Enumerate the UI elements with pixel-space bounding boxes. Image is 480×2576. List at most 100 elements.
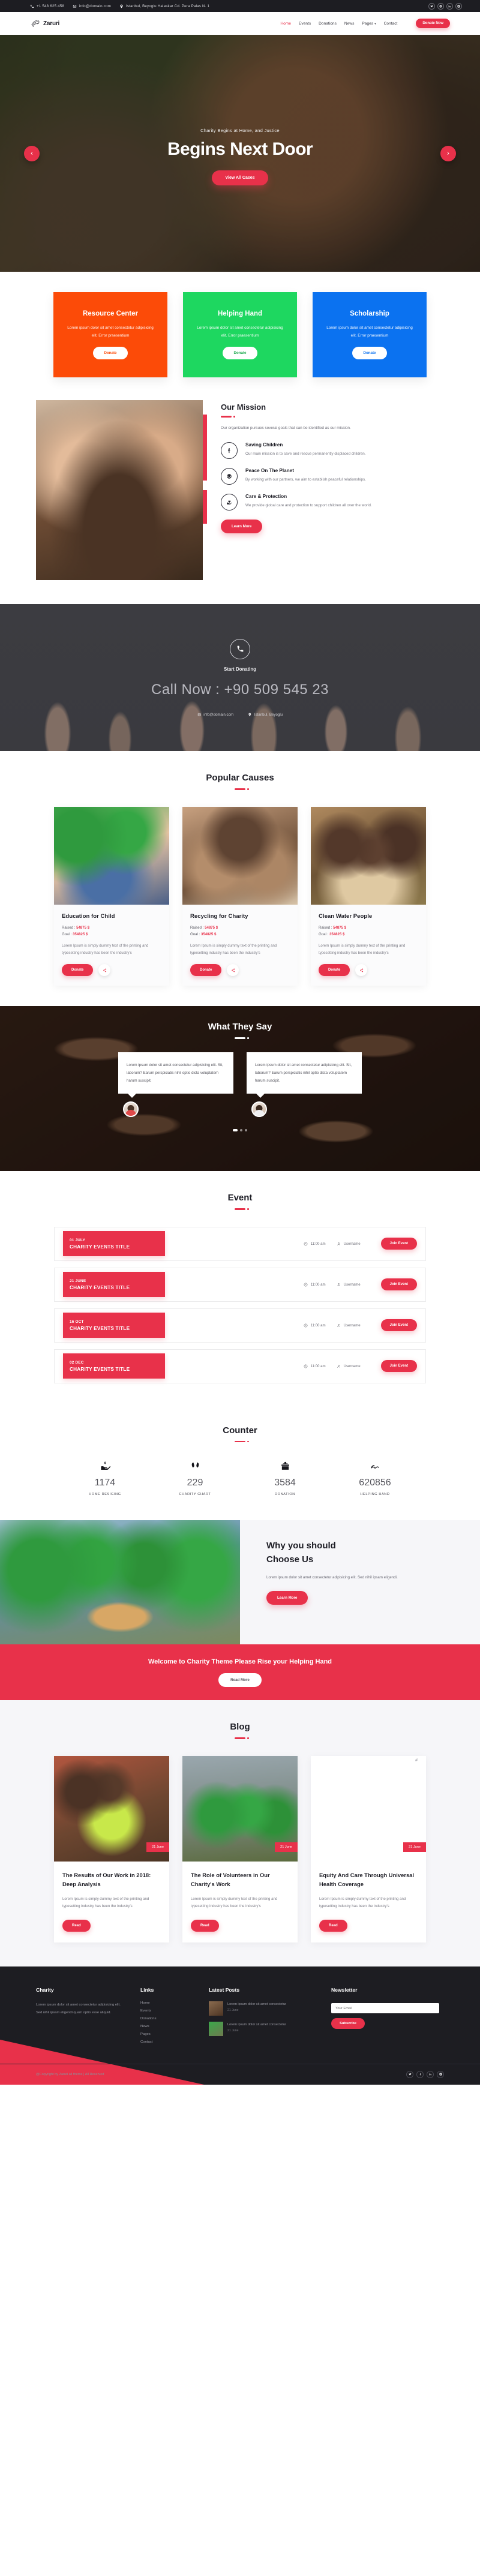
envelope-icon [73,4,77,8]
nav-item-donations[interactable]: Donations [319,22,337,26]
call-band-email[interactable]: info@domain.com [197,713,233,717]
footer-latest-heading: Latest Posts [209,1986,240,1993]
counter-value: 3584 [274,1478,296,1488]
event-row[interactable]: 16 OCT CHARITY EVENTS TITLE 11:00 am Use… [54,1308,426,1343]
service-card-resource-center[interactable]: Resource Center Lorem ipsum dolor sit am… [53,292,167,377]
nav-item-home[interactable]: Home [280,22,291,26]
cause-title: Education for Child [62,912,115,920]
instagram-icon[interactable] [437,2070,444,2078]
footer-link-pages[interactable]: Pages [140,2032,194,2036]
events-heading: Event [227,1193,253,1203]
nav-item-contact[interactable]: Contact [384,22,398,26]
cause-card-clean-water-people[interactable]: Clean Water People Raised : 54875 $ Goal… [311,806,426,986]
cause-image [311,806,426,905]
nav-item-events[interactable]: Events [299,22,311,26]
phone-icon [230,638,250,659]
event-title: CHARITY EVENTS TITLE [70,1244,130,1250]
event-row[interactable]: 21 JUNE CHARITY EVENTS TITLE 11:00 am Us… [54,1267,426,1302]
phone-icon [30,4,34,8]
mission-item-text: Our main mission is to save and rescue p… [245,451,366,456]
mission-item-text: By working with our partners, we aim to … [245,477,366,482]
section-divider [221,416,235,418]
footer-post-item[interactable]: Lorem ipsum dolor sit amet consectetur 2… [209,2021,317,2036]
top-bar: +1 548 625 458 info@domain.com Istanbul,… [0,0,480,12]
service-donate-button[interactable]: Donate [92,347,128,360]
carousel-dot[interactable] [245,1129,247,1132]
cause-donate-button[interactable]: Donate [319,964,350,977]
topbar-email[interactable]: info@domain.com [73,4,111,8]
cause-goal-value: 354825 $ [72,932,88,936]
blog-card[interactable]: # 21 June Equity And Care Through Univer… [311,1755,426,1942]
footer-link-events[interactable]: Events [140,2009,194,2013]
footer-post-item[interactable]: Lorem ipsum dolor sit amet consectetur 2… [209,2001,317,2016]
event-row[interactable]: 02 DEC CHARITY EVENTS TITLE 11:00 am Use… [54,1349,426,1383]
event-time: 11:00 am [304,1323,326,1328]
footer-post-title: Lorem ipsum dolor sit amet consectetur [227,2022,286,2026]
newsletter-subscribe-button[interactable]: Subscribe [331,2018,365,2029]
facebook-icon[interactable] [416,2070,424,2078]
share-icon[interactable] [355,964,368,977]
service-card-helping-hand[interactable]: Helping Hand Lorem ipsum dolor sit amet … [183,292,297,377]
carousel-dot[interactable] [233,1129,238,1132]
footer-link-donations[interactable]: Donations [140,2017,194,2020]
service-card-scholarship[interactable]: Scholarship Lorem ipsum dolor sit amet c… [313,292,427,377]
carousel-dot[interactable] [240,1129,242,1132]
footer-post-date: 21 June [227,2008,239,2013]
service-donate-button[interactable]: Donate [352,347,388,360]
instagram-icon[interactable] [455,2,462,10]
hero-subtitle: Charity Begins at Home, and Justice [200,127,280,133]
cause-card-education-for-child[interactable]: Education for Child Raised : 54875 $ Goa… [54,806,169,986]
view-all-cases-button[interactable]: View All Cases [212,170,268,185]
google-icon[interactable] [437,2,444,10]
blog-image: # 21 June [311,1756,426,1862]
service-donate-button[interactable]: Donate [222,347,258,360]
choose-us-learn-more-button[interactable]: Learn More [266,1591,308,1605]
twitter-icon[interactable] [406,2070,413,2078]
event-row[interactable]: 01 JULY CHARITY EVENTS TITLE 11:00 am Us… [54,1226,426,1261]
blog-card[interactable]: 21 June The Role of Volunteers in Our Ch… [182,1755,298,1942]
footer-link-home[interactable]: Home [140,2001,194,2005]
newsletter-email-input[interactable] [331,2003,439,2014]
event-badge: 21 JUNE CHARITY EVENTS TITLE [63,1272,165,1298]
hero-prev-button[interactable]: ‹ [24,145,40,161]
join-event-button[interactable]: Join Event [380,1238,417,1250]
hero-next-button[interactable]: › [440,145,456,161]
nav-item-pages[interactable]: Pages ▾ [362,22,376,26]
twitter-icon[interactable] [428,2,435,10]
topbar-social-list [428,2,462,10]
event-date: 02 DEC [70,1360,84,1365]
cause-donate-button[interactable]: Donate [62,964,94,977]
events-section: Event 01 JULY CHARITY EVENTS TITLE 11:00… [0,1171,480,1404]
brand-logo[interactable]: Zaruri [30,18,59,29]
join-event-button[interactable]: Join Event [380,1319,417,1332]
event-user-text: Username [343,1241,361,1246]
clock-icon [304,1323,307,1328]
linkedin-icon[interactable] [427,2070,434,2078]
blog-card[interactable]: 21 June The Results of Our Work in 2018:… [54,1755,169,1942]
join-event-button[interactable]: Join Event [380,1360,417,1373]
share-icon[interactable] [227,964,239,977]
blog-read-button[interactable]: Read [62,1919,91,1932]
linkedin-icon[interactable] [446,2,453,10]
nav-item-news[interactable]: News [344,22,355,26]
envelope-icon [197,713,201,716]
section-divider [235,1440,249,1443]
blog-read-button[interactable]: Read [319,1919,347,1932]
mission-item-title: Peace On The Planet [245,467,294,473]
mission-heading: Our Mission [221,403,266,412]
cause-raised-label: Raised : [190,925,204,930]
donate-now-button[interactable]: Donate Now [416,19,450,28]
footer-link-contact[interactable]: Contact [140,2040,194,2044]
blog-read-button[interactable]: Read [191,1919,219,1932]
cause-card-recycling-for-charity[interactable]: Recycling for Charity Raised : 54875 $ G… [182,806,298,986]
avatar [123,1101,139,1118]
share-icon[interactable] [98,964,111,977]
footer-links-heading: Links [140,1986,154,1993]
footer-link-news[interactable]: News [140,2025,194,2028]
cta-read-more-button[interactable]: Read More [218,1673,262,1687]
choose-us-title-line1: Why you should [266,1541,336,1551]
topbar-phone[interactable]: +1 548 625 458 [30,4,64,8]
cause-donate-button[interactable]: Donate [190,964,222,977]
mission-learn-more-button[interactable]: Learn More [221,519,263,533]
join-event-button[interactable]: Join Event [380,1278,417,1291]
